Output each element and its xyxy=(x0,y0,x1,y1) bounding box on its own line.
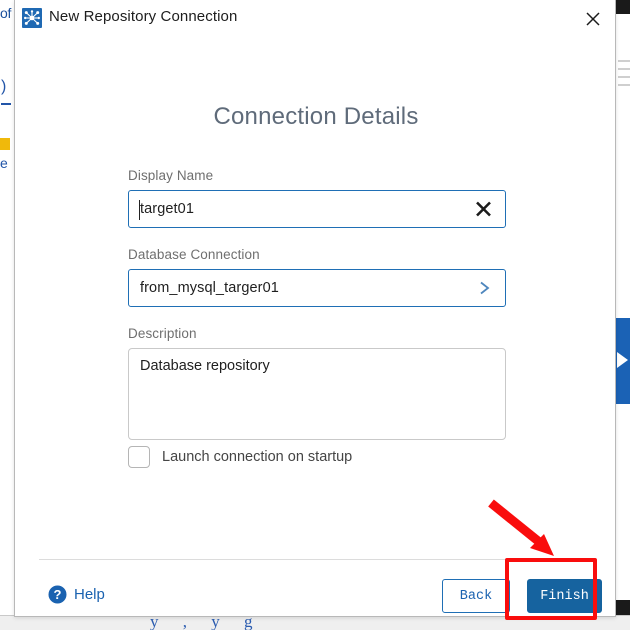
database-connection-value: from_mysql_targer01 xyxy=(140,280,279,296)
description-textarea[interactable]: Database repository xyxy=(128,348,506,440)
background-text-fragment-a: ) xyxy=(1,78,7,95)
display-name-label: Display Name xyxy=(128,168,214,183)
finish-button[interactable]: Finish xyxy=(527,579,602,613)
dialog-title: New Repository Connection xyxy=(49,8,238,25)
launch-on-startup-label: Launch connection on startup xyxy=(162,449,353,465)
footer-divider xyxy=(39,559,593,560)
launch-on-startup-row[interactable]: Launch connection on startup xyxy=(128,446,352,468)
background-play-button-icon xyxy=(614,318,630,404)
background-bottom-strip xyxy=(0,615,630,630)
dialog-body: Connection Details Display Name target01 xyxy=(15,38,615,558)
network-nodes-icon xyxy=(22,8,42,28)
chevron-right-icon[interactable] xyxy=(478,280,491,297)
clear-x-icon[interactable] xyxy=(474,200,493,219)
field-database-connection: Database Connection from_mysql_targer01 xyxy=(128,247,506,307)
background-text-fragment-e: e xyxy=(0,155,8,171)
dialog-titlebar: New Repository Connection xyxy=(15,0,615,38)
launch-on-startup-checkbox[interactable] xyxy=(128,446,150,468)
close-icon xyxy=(586,12,600,26)
display-name-input[interactable]: target01 xyxy=(128,190,506,228)
background-line-fragment xyxy=(1,103,11,105)
question-circle-icon: ? xyxy=(48,585,67,604)
help-label: Help xyxy=(74,586,105,603)
database-connection-label: Database Connection xyxy=(128,247,260,262)
field-description: Description Database repository xyxy=(128,326,506,440)
back-button[interactable]: Back xyxy=(442,579,510,613)
screenshot-root: of ) e y , y g New Repository Connection… xyxy=(0,0,630,630)
background-text-fragment-of: of xyxy=(0,5,12,21)
background-right-panel xyxy=(616,12,630,616)
description-label: Description xyxy=(128,326,197,341)
close-button[interactable] xyxy=(571,0,615,38)
help-link[interactable]: ? Help xyxy=(48,585,105,604)
background-yellow-marker xyxy=(0,138,10,150)
svg-text:?: ? xyxy=(54,587,62,602)
new-repository-connection-dialog: New Repository Connection Connection Det… xyxy=(14,0,616,617)
page-title: Connection Details xyxy=(213,103,419,130)
field-display-name: Display Name target01 xyxy=(128,168,506,228)
background-right-dark-top xyxy=(616,0,630,14)
background-right-text-lines xyxy=(618,60,630,92)
database-connection-input[interactable]: from_mysql_targer01 xyxy=(128,269,506,307)
text-caret xyxy=(139,200,140,220)
